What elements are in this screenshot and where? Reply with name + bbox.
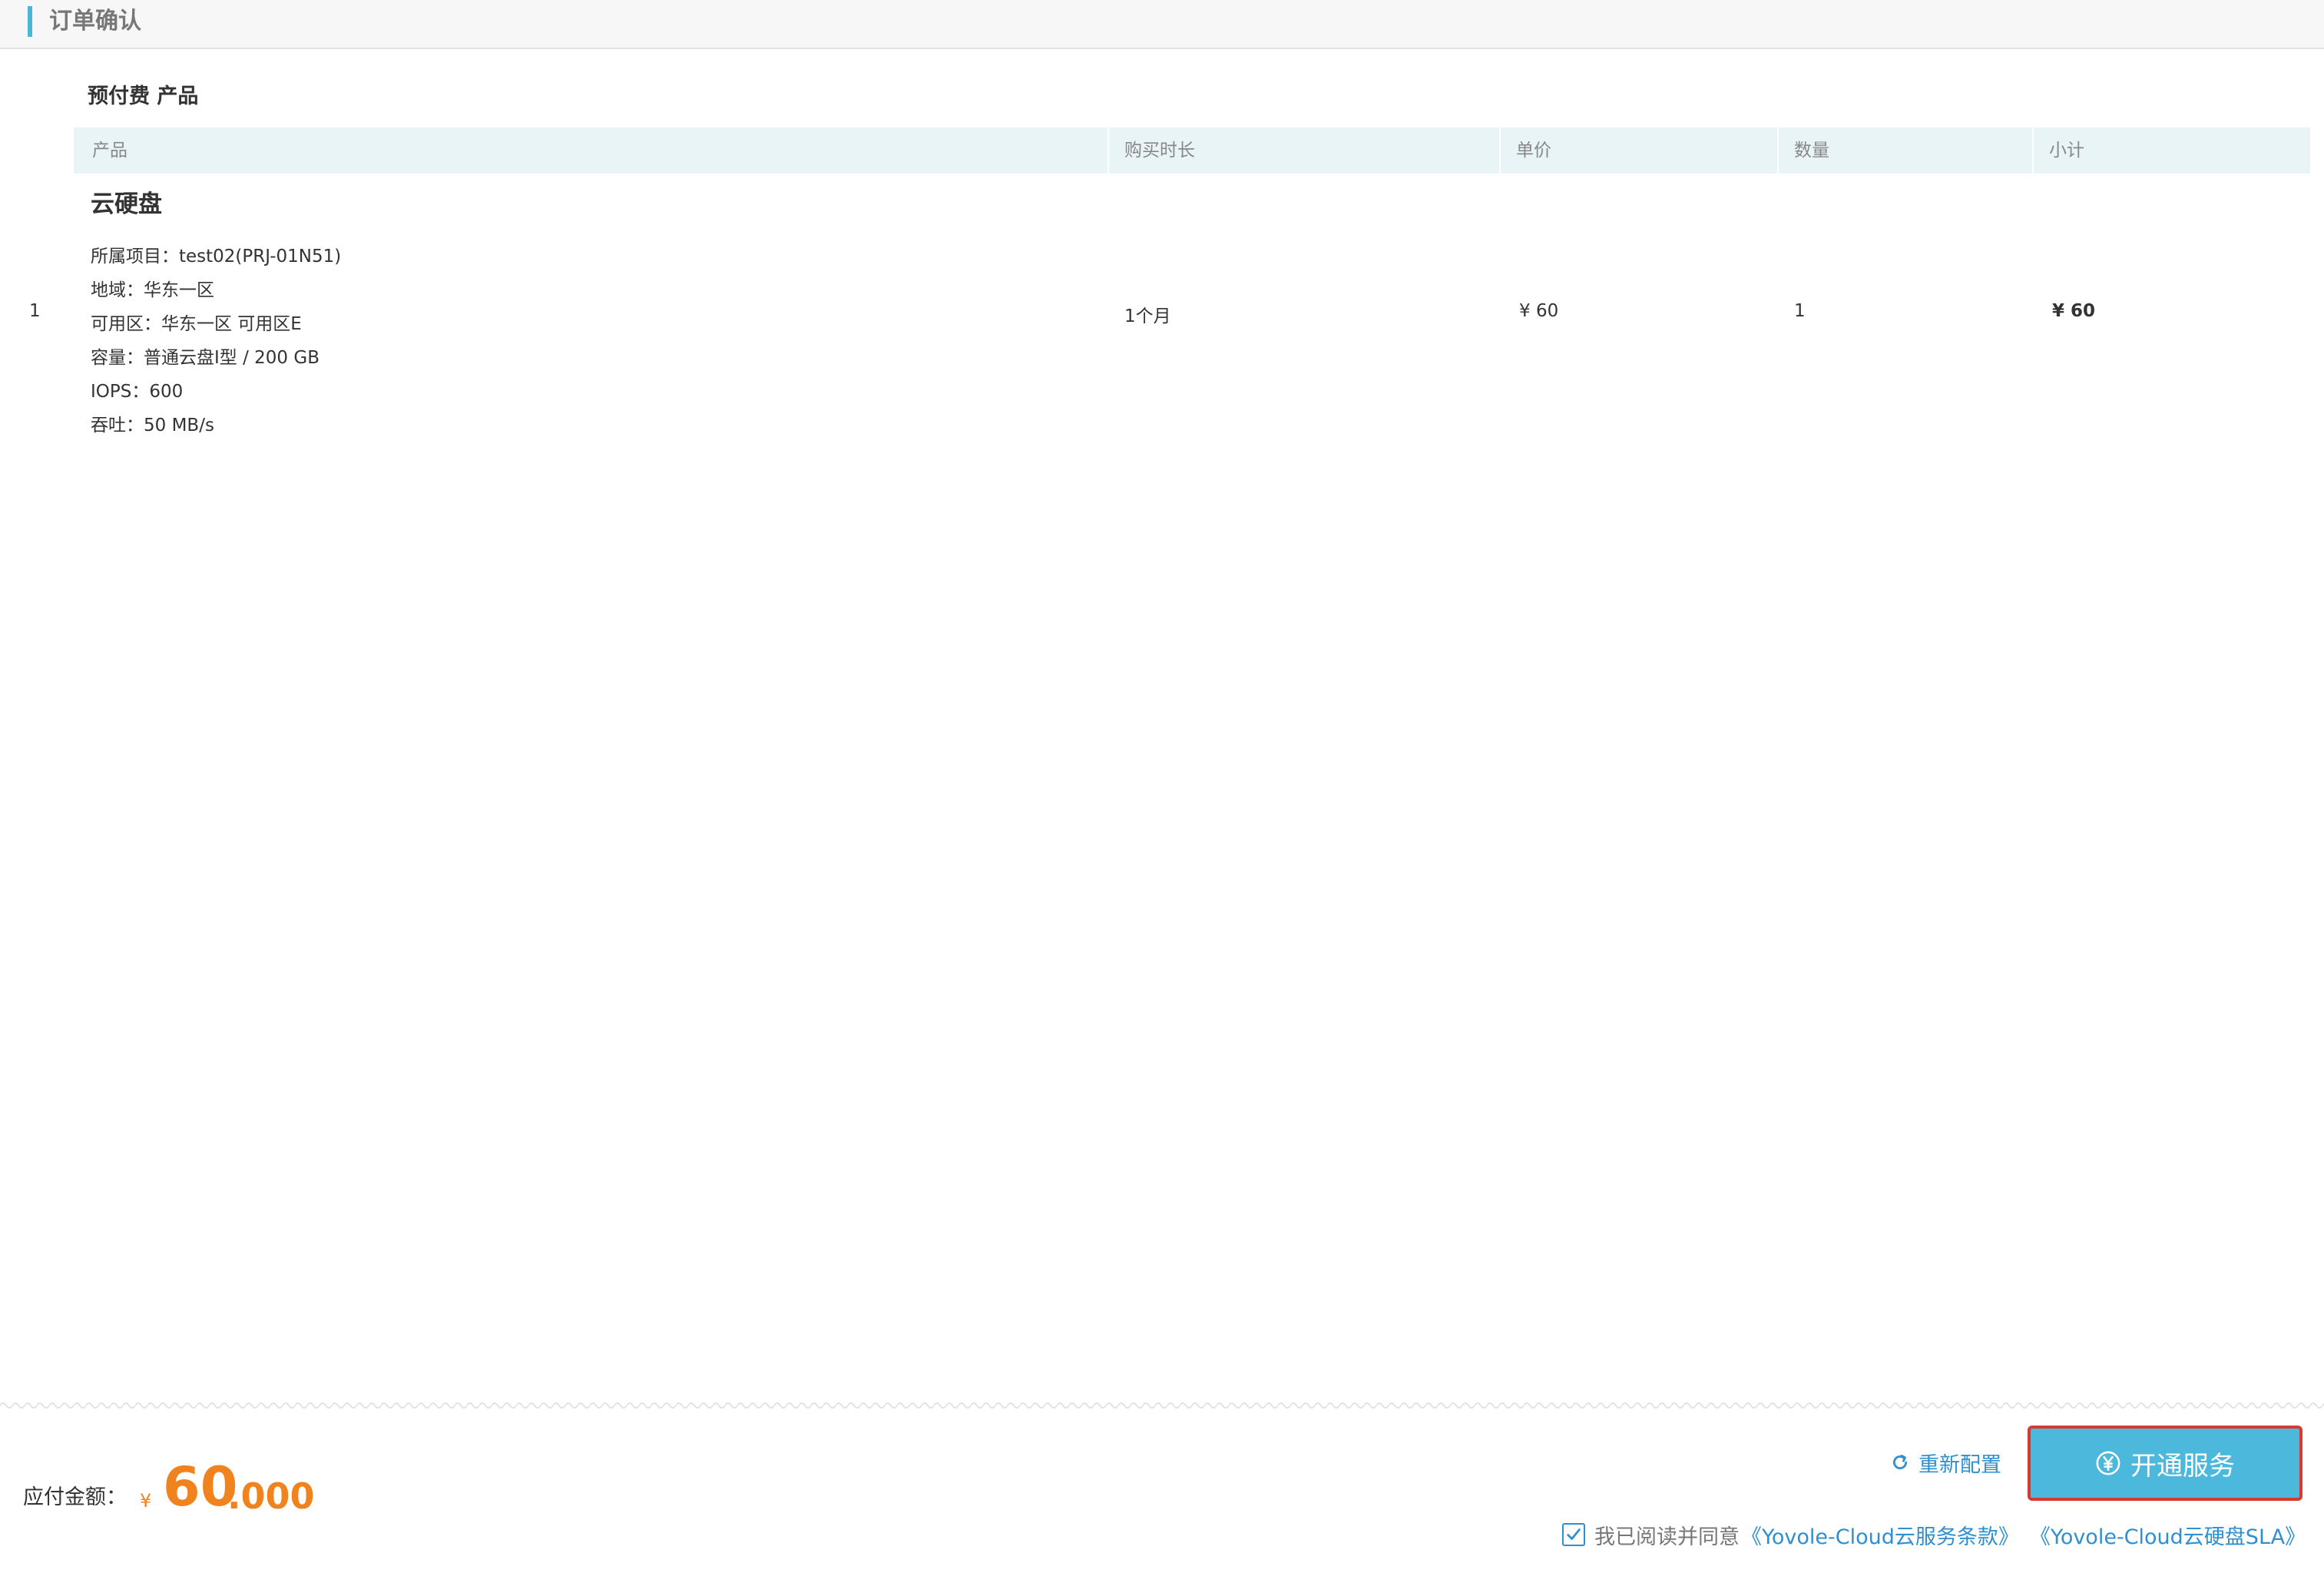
footer-wavy-divider [0,1399,2324,1409]
column-divider [1107,127,1109,174]
table-header: 产品 购买时长 单价 数量 小计 [74,127,2310,174]
reconfigure-label: 重新配置 [1918,1452,2001,1477]
product-details: 所属项目：test02(PRJ-01N51) 地域：华东一区 可用区：华东一区 … [91,240,341,442]
column-header-duration: 购买时长 [1124,141,1195,161]
detail-capacity: 容量：普通云盘I型 / 200 GB [91,348,319,368]
column-header-subtotal: 小计 [2049,141,2084,161]
detail-region: 地域：华东一区 [91,280,214,300]
column-header-unit-price: 单价 [1516,141,1551,161]
column-divider [2032,127,2034,174]
header-accent-bar [28,6,32,37]
order-confirm-page: 订单确认 预付费 产品 产品 购买时长 单价 数量 小计 1 云硬盘 所属项目：… [0,0,2324,1573]
detail-iops: IOPS：600 [91,382,184,402]
amount-currency: ¥ [140,1490,152,1512]
section-title: 预付费 产品 [88,84,199,108]
cell-unit-price: ¥ 60 [1519,301,1559,321]
refresh-icon [1893,1454,1907,1469]
open-service-button[interactable]: 开通服务 [2028,1426,2302,1501]
detail-project: 所属项目：test02(PRJ-01N51) [91,247,342,267]
detail-zone: 可用区：华东一区 可用区E [91,314,302,334]
amount-decimal: .000 [227,1475,315,1517]
column-header-product: 产品 [92,141,127,161]
product-name: 云硬盘 [91,190,162,218]
sla-link[interactable]: 《Yovole-Cloud云硬盘SLA》 [2030,1520,2306,1550]
column-divider [1499,127,1501,174]
agree-text: 我已阅读并同意 [1594,1525,1740,1549]
detail-throughput: 吞吐：50 MB/s [91,416,214,435]
page-title: 订单确认 [49,8,141,35]
open-service-label: 开通服务 [2130,1450,2235,1482]
amount-integer: 60 [163,1455,238,1518]
column-divider [1777,127,1779,174]
cell-subtotal: ¥ 60 [2052,301,2096,321]
row-index: 1 [29,301,41,321]
terms-link[interactable]: 《Yovole-Cloud云服务条款》 [1741,1520,2019,1550]
agreement-row: 我已阅读并同意 《Yovole-Cloud云服务条款》 《Yovole-Clou… [1562,1519,2306,1550]
checkbox-checked-icon [1567,1528,1581,1540]
yen-circle-icon [2096,1451,2120,1475]
cell-quantity: 1 [1794,301,1806,321]
agree-checkbox[interactable] [1562,1523,1585,1546]
reconfigure-link[interactable]: 重新配置 [1889,1447,2001,1478]
amount-label: 应付金额： [23,1485,127,1509]
page-header: 订单确认 [0,0,2324,49]
cell-duration: 1个月 [1124,306,1171,326]
column-header-quantity: 数量 [1794,141,1829,161]
